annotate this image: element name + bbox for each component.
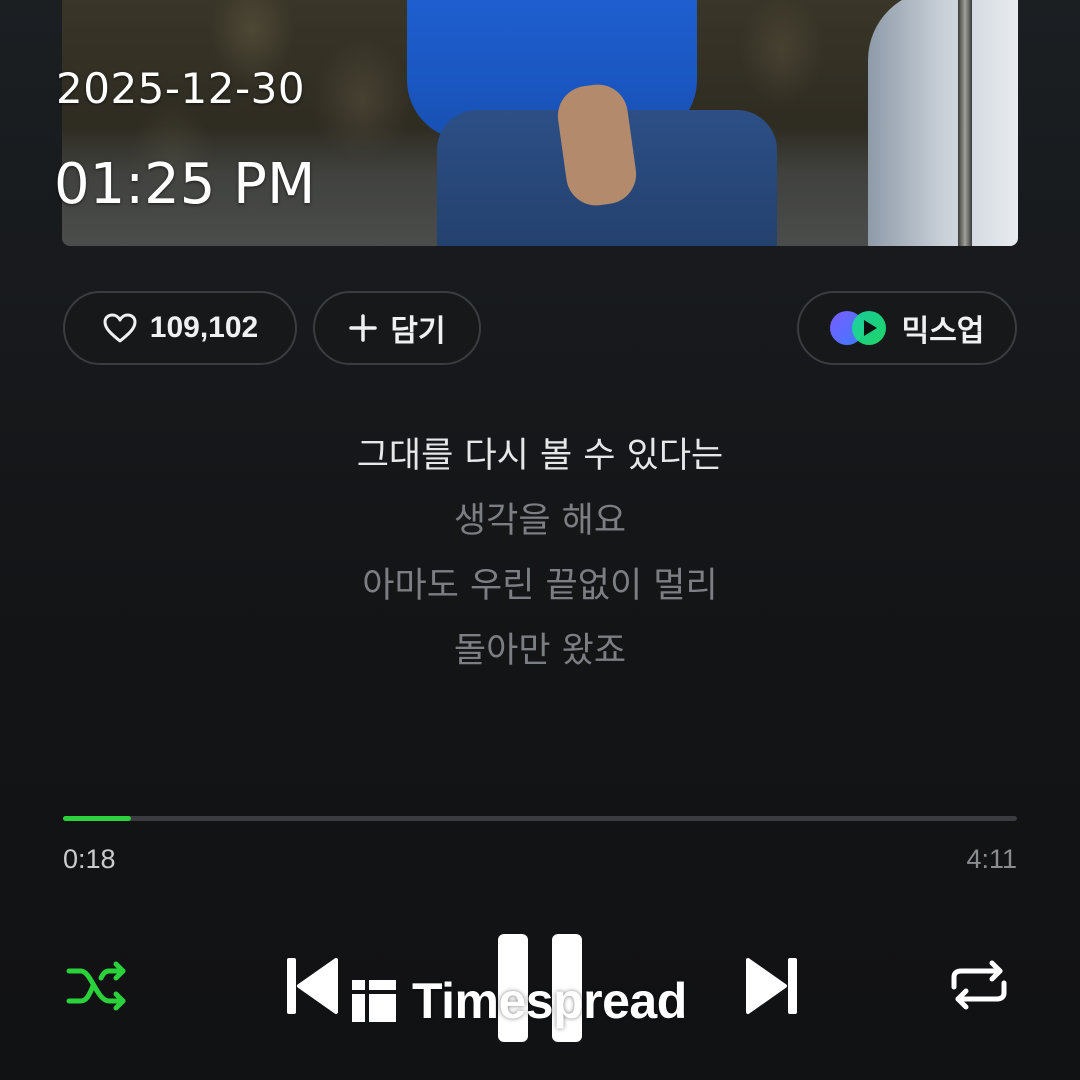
lyric-line: 돌아만 왔죠 (453, 631, 627, 671)
next-button[interactable] (742, 956, 802, 1020)
lyric-line: 아마도 우린 끝없이 멀리 (362, 566, 718, 606)
repeat-button[interactable] (946, 956, 1012, 1018)
skip-previous-icon (284, 955, 340, 1021)
watermark: Timespread (352, 972, 687, 1030)
shuffle-button[interactable] (62, 958, 134, 1018)
repeat-icon (948, 957, 1010, 1017)
mixup-logo-icon (829, 311, 888, 345)
date-overlay: 2025-12-30 (56, 64, 306, 113)
total-time: 4:11 (966, 844, 1017, 874)
previous-button[interactable] (282, 956, 342, 1020)
shuffle-icon (65, 959, 131, 1017)
timespread-logo-icon (352, 980, 396, 1022)
time-overlay: 01:25 PM (54, 152, 316, 217)
mixup-label: 믹스업 (901, 315, 985, 348)
like-count: 109,102 (149, 311, 259, 344)
watermark-text: Timespread (412, 973, 687, 1029)
lyric-line: 생각을 해요 (453, 501, 627, 541)
plus-icon (348, 313, 378, 343)
elapsed-time: 0:18 (63, 844, 116, 874)
heart-icon (102, 312, 138, 344)
lyric-line-current: 그대를 다시 볼 수 있다는 (356, 436, 724, 476)
mixup-button[interactable]: 믹스업 (797, 291, 1017, 365)
lyrics-panel[interactable]: 그대를 다시 볼 수 있다는 생각을 해요 아마도 우린 끝없이 멀리 돌아만 … (0, 424, 1080, 684)
add-to-playlist-button[interactable]: 담기 (313, 291, 481, 365)
music-player-screen: 2025-12-30 01:25 PM 109,102 담기 믹스업 그대를 다… (0, 0, 1080, 1080)
skip-next-icon (744, 955, 800, 1021)
progress-bar[interactable] (63, 816, 1017, 821)
progress-fill (63, 816, 132, 821)
like-button[interactable]: 109,102 (63, 291, 297, 365)
add-label: 담기 (390, 315, 446, 348)
